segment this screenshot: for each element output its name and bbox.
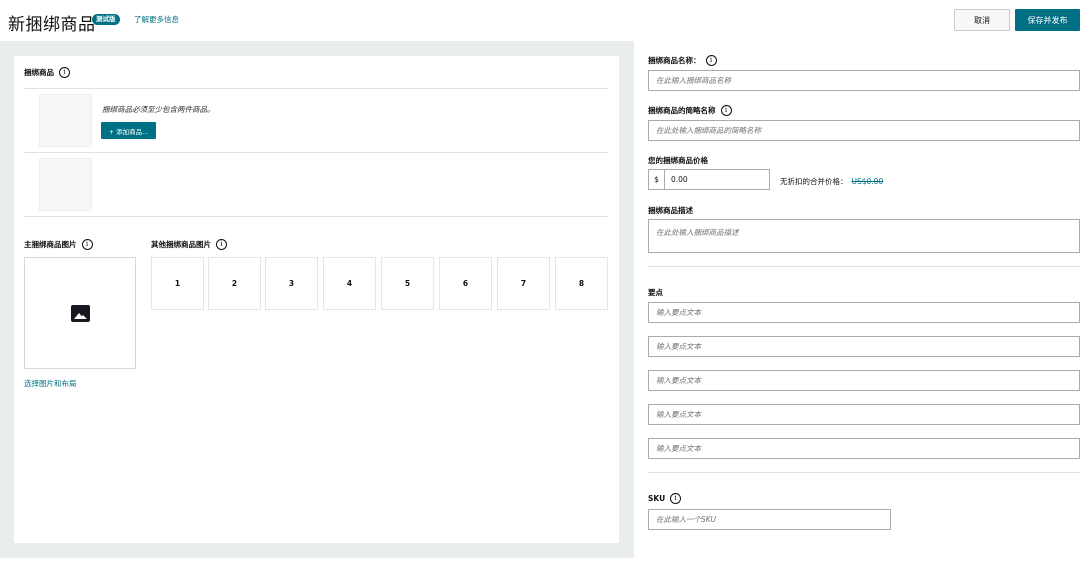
bullet-input[interactable]: 输入要点文本: [648, 302, 1080, 323]
bullet-input[interactable]: 输入要点文本: [648, 336, 1080, 357]
divider: [648, 472, 1080, 473]
main-image-label: 主捆绑商品图片 i: [24, 239, 93, 250]
description-textarea[interactable]: 在此处输入捆绑商品描述: [648, 219, 1080, 253]
image-slot[interactable]: 4: [323, 257, 376, 310]
bullet-input[interactable]: 输入要点文本: [648, 404, 1080, 425]
choose-images-link[interactable]: 选择图片和布局: [24, 378, 77, 389]
sku-label-text: SKU: [648, 494, 666, 503]
divider: [24, 152, 608, 153]
info-icon[interactable]: i: [59, 67, 70, 78]
image-slot[interactable]: 8: [555, 257, 608, 310]
combined-price: 无折扣的合并价格： US$0.00: [780, 176, 883, 187]
short-name-label-text: 捆绑商品的简略名称: [648, 106, 716, 115]
bundle-hint: 捆绑商品必须至少包含两件商品。: [102, 105, 215, 114]
image-slot[interactable]: 6: [439, 257, 492, 310]
description-label-text: 捆绑商品描述: [648, 206, 693, 215]
left-panel: 捆绑商品 i 捆绑商品必须至少包含两件商品。 + 添加商品... 主捆绑商品图片…: [14, 56, 619, 543]
info-icon[interactable]: i: [216, 239, 227, 250]
bundle-name-input[interactable]: 在此输入捆绑商品名称: [648, 70, 1080, 91]
combined-price-value: US$0.00: [851, 177, 884, 186]
sku-label: SKU i: [648, 493, 682, 504]
save-publish-button[interactable]: 保存并发布: [1015, 9, 1080, 31]
price-label: 您的捆绑商品价格: [648, 155, 708, 166]
workspace: 捆绑商品 i 捆绑商品必须至少包含两件商品。 + 添加商品... 主捆绑商品图片…: [0, 41, 1080, 558]
product-slot-1: [39, 94, 92, 147]
combined-price-label: 无折扣的合并价格：: [780, 177, 848, 186]
image-slot[interactable]: 7: [497, 257, 550, 310]
description-label: 捆绑商品描述: [648, 205, 693, 216]
image-slot[interactable]: 2: [208, 257, 261, 310]
beta-badge: 测试版: [92, 14, 120, 25]
image-slot[interactable]: 3: [265, 257, 318, 310]
price-value: 0.00: [671, 175, 688, 184]
image-slot[interactable]: 1: [151, 257, 204, 310]
product-slot-2: [39, 158, 92, 211]
name-label: 捆绑商品名称： i: [648, 55, 717, 66]
image-icon: [70, 304, 90, 322]
bullets-label-text: 要点: [648, 288, 663, 297]
price-label-text: 您的捆绑商品价格: [648, 156, 708, 165]
page-title: 新捆绑商品: [8, 15, 96, 35]
main-image-dropzone[interactable]: [24, 257, 136, 369]
add-product-button[interactable]: + 添加商品...: [101, 122, 156, 139]
info-icon[interactable]: i: [81, 239, 93, 250]
price-input[interactable]: $ 0.00: [648, 169, 770, 190]
info-icon[interactable]: i: [720, 105, 732, 116]
name-label-text: 捆绑商品名称：: [648, 56, 701, 65]
short-name-label: 捆绑商品的简略名称 i: [648, 105, 732, 116]
image-slot[interactable]: 5: [381, 257, 434, 310]
other-images-label: 其他捆绑商品图片 i: [151, 239, 227, 250]
right-panel: 捆绑商品名称： i 在此输入捆绑商品名称 捆绑商品的简略名称 i 在此处输入捆绑…: [634, 41, 1080, 558]
divider: [648, 266, 1080, 267]
learn-more-link[interactable]: 了解更多信息: [134, 14, 179, 25]
info-icon[interactable]: i: [705, 55, 717, 66]
bullets-label: 要点: [648, 287, 663, 298]
sku-input[interactable]: 在此输入一个SKU: [648, 509, 891, 530]
other-images-label-text: 其他捆绑商品图片: [151, 240, 211, 249]
bundle-section-label: 捆绑商品 i: [24, 67, 70, 78]
bullet-input[interactable]: 输入要点文本: [648, 370, 1080, 391]
bullet-input[interactable]: 输入要点文本: [648, 438, 1080, 459]
cancel-button[interactable]: 取消: [954, 9, 1010, 31]
currency-symbol: $: [649, 170, 665, 189]
divider: [24, 216, 608, 217]
short-name-input[interactable]: 在此处输入捆绑商品的简略名称: [648, 120, 1080, 141]
info-icon[interactable]: i: [670, 493, 682, 504]
top-bar: 新捆绑商品 测试版 了解更多信息 取消 保存并发布: [0, 0, 1080, 41]
bundle-section-label-text: 捆绑商品: [24, 68, 54, 77]
divider: [24, 88, 608, 89]
main-image-label-text: 主捆绑商品图片: [24, 240, 77, 249]
